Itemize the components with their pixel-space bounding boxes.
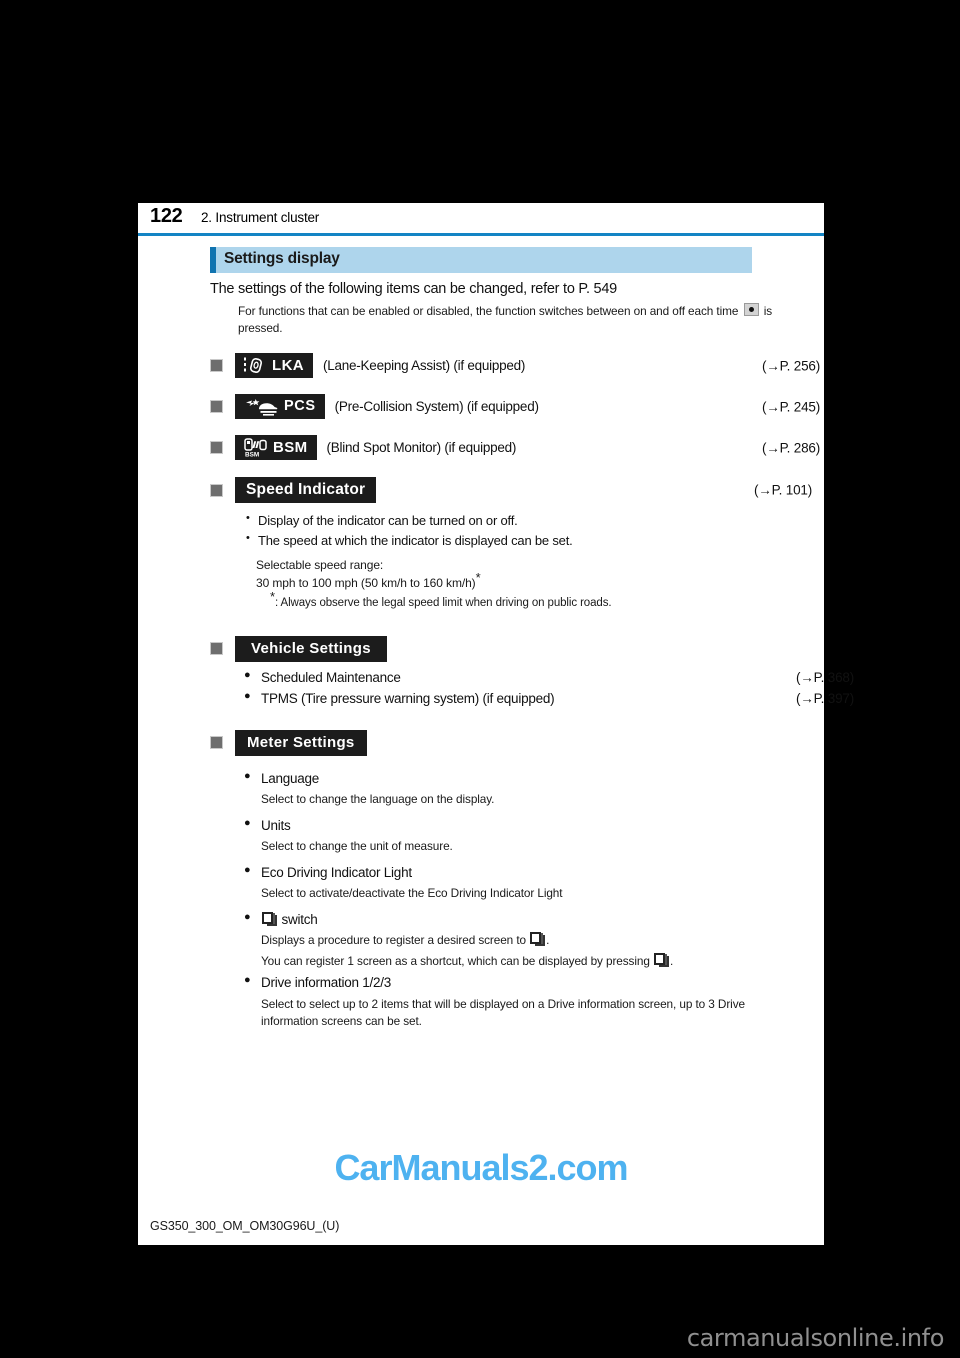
square-bullet (210, 642, 223, 656)
note-text-end: . (669, 953, 674, 968)
square-bullet (210, 441, 223, 455)
item-pcs-description: (Pre-Collision System) (if equipped) (334, 399, 539, 415)
vehicle-settings-rows: Scheduled Maintenance (→P. 368) TPMS (Ti… (244, 667, 854, 710)
meter-settings-rows: Language Select to change the language o… (244, 768, 820, 1031)
running-head: 122 2. Instrument cluster (138, 203, 824, 239)
setting-item-vehicle-settings[interactable]: Vehicle Settings (210, 635, 820, 662)
meter-row-label-suffix: switch (281, 911, 318, 927)
lead-paragraph: The settings of the following items can … (210, 281, 617, 297)
setting-item-speed-indicator[interactable]: Speed Indicator (→P. 101) (210, 477, 820, 504)
pre-collision-system-icon (244, 398, 278, 416)
list-item: The speed at which the indicator is disp… (246, 530, 820, 551)
section-banner-tab (210, 247, 216, 273)
speed-indicator-bullets: Display of the indicator can be turned o… (246, 510, 820, 551)
vehicle-settings-row-label: Scheduled Maintenance (261, 669, 401, 685)
list-item-units[interactable]: Units (244, 815, 820, 836)
item-lka-pageref[interactable]: (→P. 256) (762, 358, 820, 373)
enable-disable-note: For functions that can be enabled or dis… (238, 303, 776, 337)
page-number: 122 (150, 205, 183, 227)
badge-bsm-text: BSM (273, 439, 308, 457)
press-button-icon (743, 303, 759, 316)
item-bsm-description: (Blind Spot Monitor) (if equipped) (326, 440, 517, 456)
section-title: Settings display (224, 250, 340, 267)
meter-row-note: Select to select up to 2 items that will… (261, 996, 745, 1029)
note-text-end: . (546, 932, 550, 947)
item-bsm-pageref[interactable]: (→P. 286) (762, 440, 820, 455)
setting-item-meter-settings[interactable]: Meter Settings (210, 729, 820, 756)
note-text-before: For functions that can be enabled or dis… (238, 304, 739, 318)
item-lka-description: (Lane-Keeping Assist) (if equipped) (323, 358, 526, 374)
badge-vehicle-settings: Vehicle Settings (235, 635, 387, 662)
meter-row-label: Eco Driving Indicator Light (261, 864, 412, 880)
list-item-language[interactable]: Language (244, 768, 820, 789)
setting-item-lka[interactable]: LKA (Lane-Keeping Assist) (if equipped) … (210, 353, 820, 379)
speed-range-block: Selectable speed range: 30 mph to 100 mp… (256, 557, 820, 611)
footer-document-code: GS350_300_OM_OM30G96U_(U) (150, 1219, 340, 1233)
site-watermark: carmanualsonline.info (686, 1324, 945, 1352)
setting-item-pcs[interactable]: PCS (Pre-Collision System) (if equipped)… (210, 394, 820, 420)
chapter-title: 2. Instrument cluster (201, 210, 320, 225)
badge-lka: LKA (235, 353, 314, 379)
carmanuals-watermark: CarManuals2.com (334, 1147, 628, 1188)
item-pcs-pageref[interactable]: (→P. 245) (762, 399, 820, 414)
badge-vehicle-settings-text: Vehicle Settings (251, 640, 371, 658)
square-bullet (210, 359, 223, 373)
badge-meter-settings-text: Meter Settings (247, 734, 355, 752)
screen-stack-icon (262, 911, 277, 926)
list-item[interactable]: TPMS (Tire pressure warning system) (if … (244, 688, 854, 709)
square-bullet (210, 400, 223, 414)
badge-speed-indicator-text: Speed Indicator (246, 481, 366, 499)
speed-range-footnote: *: Always observe the legal speed limit … (270, 590, 820, 612)
manual-page-sheet: 122 2. Instrument cluster Settings displ… (138, 203, 854, 1245)
speed-range-value: 30 mph to 100 mph (50 km/h to 160 km/h) (256, 575, 476, 590)
list-item-screen-switch[interactable]: switch (244, 909, 820, 930)
list-item-drive-information[interactable]: Drive information 1/2/3 (244, 972, 820, 993)
badge-bsm: BSM BSM (235, 435, 317, 461)
item-speed-indicator-pageref[interactable]: (→P. 101) (754, 483, 812, 498)
setting-item-bsm[interactable]: BSM BSM (Blind Spot Monitor) (if equippe… (210, 435, 820, 461)
badge-pcs-text: PCS (284, 398, 316, 415)
speed-range-value-line: 30 mph to 100 mph (50 km/h to 160 km/h)* (256, 571, 820, 592)
svg-text:BSM: BSM (245, 452, 259, 457)
square-bullet (210, 483, 223, 497)
lane-keeping-assist-icon (244, 357, 266, 374)
screen-stack-icon (530, 931, 546, 946)
list-item-eco-driving-indicator-light[interactable]: Eco Driving Indicator Light (244, 862, 820, 883)
meter-row-note: Select to change the unit of measure. (261, 838, 453, 853)
footnote-text: : Always observe the legal speed limit w… (274, 597, 612, 610)
badge-pcs: PCS (235, 394, 325, 420)
meter-row-label: Drive information 1/2/3 (261, 975, 392, 991)
list-item: Display of the indicator can be turned o… (246, 510, 820, 531)
note-text: Displays a procedure to register a desir… (261, 932, 526, 947)
meter-row-note-register: Displays a procedure to register a desir… (261, 931, 820, 950)
meter-row-note: Select to change the language on the dis… (261, 791, 495, 806)
meter-row-note-shortcut: You can register 1 screen as a shortcut,… (261, 952, 820, 971)
vehicle-settings-row-label: TPMS (Tire pressure warning system) (if … (261, 691, 555, 707)
section-banner: Settings display (210, 247, 752, 273)
vehicle-settings-row-pageref[interactable]: (→P. 397) (796, 688, 854, 709)
vehicle-settings-row-pageref[interactable]: (→P. 368) (796, 667, 854, 688)
meter-row-note: Select to activate/deactivate the Eco Dr… (261, 885, 563, 900)
speed-range-asterisk: * (475, 569, 481, 585)
square-bullet (210, 736, 223, 750)
note-text: You can register 1 screen as a shortcut,… (261, 953, 650, 968)
speed-range-label: Selectable speed range: (256, 558, 384, 573)
list-item[interactable]: Scheduled Maintenance (→P. 368) (244, 667, 854, 688)
badge-speed-indicator: Speed Indicator (235, 477, 377, 504)
badge-meter-settings: Meter Settings (235, 729, 367, 756)
badge-lka-text: LKA (272, 357, 305, 375)
header-rule (138, 233, 824, 236)
page-body: The settings of the following items can … (210, 281, 854, 1037)
meter-row-label: Units (261, 817, 291, 833)
screen-stack-icon (653, 952, 669, 967)
meter-row-label: Language (261, 770, 320, 786)
blind-spot-monitor-icon: BSM (244, 438, 267, 457)
